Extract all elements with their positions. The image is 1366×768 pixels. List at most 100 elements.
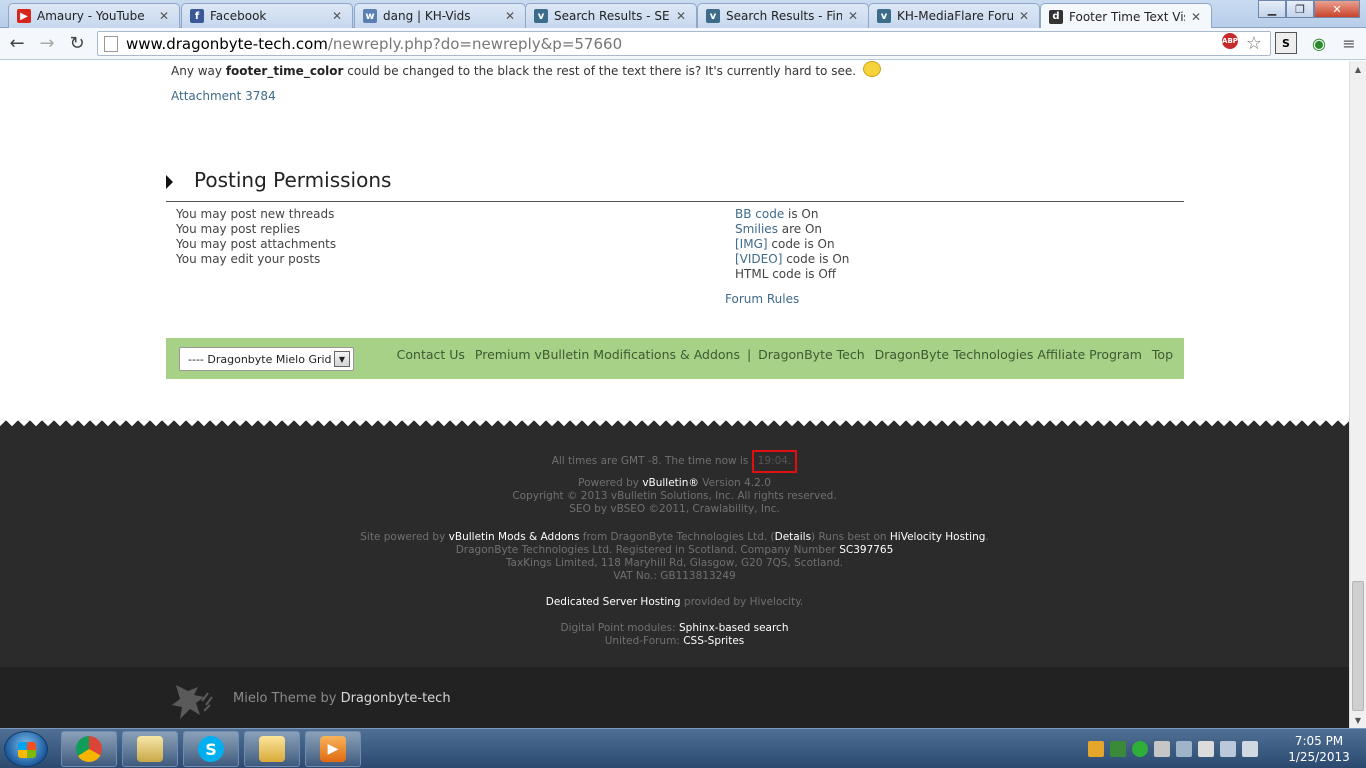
tab-footer-time[interactable]: d Footer Time Text Visib ✕ [1040, 3, 1212, 29]
chevron-down-icon[interactable]: ▼ [334, 351, 350, 367]
facebook-icon: f [190, 9, 204, 23]
vertical-scrollbar[interactable]: ▲ ▼ [1349, 61, 1366, 728]
tab-label: Search Results - SEGA [554, 9, 670, 23]
permission-status: code is On [782, 252, 850, 266]
tab-search-final[interactable]: v Search Results - Final ✕ [697, 3, 869, 28]
hivelocity-hosting-link[interactable]: HiVelocity Hosting [890, 531, 985, 543]
permission-video: [VIDEO] code is On [735, 252, 849, 267]
network-icon[interactable] [1220, 741, 1236, 757]
img-code-link[interactable]: [IMG] [735, 237, 768, 251]
posting-permissions-header[interactable]: Posting Permissions [166, 167, 1184, 202]
highlighted-time: 19:04. [751, 450, 798, 473]
sphinx-search-link[interactable]: Sphinx-based search [679, 622, 788, 634]
taskbar-explorer[interactable] [244, 731, 300, 767]
post-text-after: could be changed to the black the rest o… [343, 64, 857, 78]
back-button[interactable]: ← [4, 31, 30, 57]
vbulletin-link[interactable]: vBulletin® [642, 477, 699, 489]
close-icon[interactable]: ✕ [330, 9, 344, 23]
close-icon[interactable]: ✕ [1189, 10, 1203, 24]
premium-mods-link[interactable]: Premium vBulletin Modifications & Addons [475, 347, 740, 362]
details-link[interactable]: Details [775, 531, 811, 543]
tab-label: KH-MediaFlare Forum [897, 9, 1013, 23]
volume-icon[interactable] [1242, 741, 1258, 757]
forum-rules-link[interactable]: Forum Rules [725, 292, 799, 306]
top-link[interactable]: Top [1152, 347, 1173, 362]
dedicated-hosting-link[interactable]: Dedicated Server Hosting [546, 596, 681, 608]
post-message: Any way footer_time_color could be chang… [171, 61, 881, 78]
posting-permissions-title: Posting Permissions [194, 168, 392, 192]
tray-app-icon[interactable] [1110, 741, 1126, 757]
taskbar-skype[interactable]: S [183, 731, 239, 767]
video-code-link[interactable]: [VIDEO] [735, 252, 782, 266]
site-powered-line: Site powered by vBulletin Mods & Addons … [360, 531, 989, 543]
company-number-link[interactable]: SC397765 [839, 544, 893, 556]
seo-line: SEO by vBSEO ©2011, Crawlability, Inc. [569, 503, 780, 515]
united-forum-line: United-Forum: CSS-Sprites [0, 635, 1349, 648]
registered-line: DragonByte Technologies Ltd. Registered … [0, 544, 1349, 557]
permission-img: [IMG] code is On [735, 237, 849, 252]
scrollbar-thumb[interactable] [1352, 581, 1364, 711]
window-controls: ▁ ❐ ✕ [1258, 0, 1360, 18]
css-sprites-link[interactable]: CSS-Sprites [683, 635, 744, 647]
footer-nav-bar: ---- Dragonbyte Mielo Grid ▼ Contact Us … [166, 338, 1184, 379]
powered-by-prefix: Powered by [578, 477, 639, 489]
taskbar-app-2[interactable] [122, 731, 178, 767]
tab-label: Search Results - Final [726, 9, 842, 23]
smiley-icon [862, 61, 881, 77]
theme-credit: Mielo Theme by Dragonbyte-tech [233, 691, 451, 706]
url-host: www.dragonbyte-tech.com [126, 34, 328, 53]
close-icon[interactable]: ✕ [1017, 9, 1031, 23]
forward-button[interactable]: → [34, 31, 60, 57]
tray-settings-icon[interactable] [1176, 741, 1192, 757]
tab-youtube[interactable]: ▶ Amaury - YouTube ✕ [8, 3, 180, 28]
vbulletin-icon: v [877, 9, 891, 23]
maximize-button[interactable]: ❐ [1286, 0, 1314, 18]
close-icon[interactable]: ✕ [503, 9, 517, 23]
tray-check-icon[interactable] [1132, 741, 1148, 757]
tab-facebook[interactable]: f Facebook ✕ [181, 3, 353, 28]
dragonbyte-tech-credit-link[interactable]: Dragonbyte-tech [341, 691, 451, 706]
style-chooser-select[interactable]: ---- Dragonbyte Mielo Grid ▼ [179, 347, 354, 371]
taskbar-clock[interactable]: 7:05 PM 1/25/2013 [1284, 733, 1354, 765]
close-icon[interactable]: ✕ [157, 9, 171, 23]
post-text-before: Any way [171, 64, 226, 78]
bbcode-link[interactable]: BB code [735, 207, 784, 221]
start-button[interactable] [4, 731, 48, 767]
attachment-link[interactable]: Attachment 3784 [171, 89, 276, 103]
menu-wrench-icon[interactable]: ≡ [1338, 32, 1360, 54]
tray-app-icon[interactable] [1154, 741, 1170, 757]
contact-us-link[interactable]: Contact Us [397, 347, 465, 362]
youtube-icon: ▶ [17, 9, 31, 23]
tray-app-icon[interactable] [1088, 741, 1104, 757]
vbulletin-version: Version 4.2.0 [698, 477, 771, 489]
windows-taskbar: S ▶ 7:05 PM 1/25/2013 [0, 728, 1366, 768]
media-player-icon: ▶ [320, 736, 346, 762]
extension-eye-icon[interactable]: ◉ [1308, 32, 1330, 54]
permission-status: HTML code is Off [735, 267, 837, 281]
close-icon[interactable]: ✕ [674, 9, 688, 23]
adblock-icon[interactable]: ABP [1222, 33, 1238, 49]
minimize-button[interactable]: ▁ [1258, 0, 1286, 18]
time-value: 19:04 [757, 455, 788, 467]
scroll-down-icon[interactable]: ▼ [1350, 712, 1366, 728]
link-separator: | [746, 347, 752, 362]
bookmark-star-icon[interactable]: ☆ [1243, 32, 1265, 54]
address-bar[interactable]: www.dragonbyte-tech.com/newreply.php?do=… [97, 31, 1271, 56]
close-icon[interactable]: ✕ [846, 9, 860, 23]
collapse-triangle-icon[interactable] [166, 175, 173, 189]
close-window-button[interactable]: ✕ [1314, 0, 1360, 18]
dragonbyte-tech-link[interactable]: DragonByte Tech [758, 347, 864, 362]
taskbar-chrome[interactable] [61, 731, 117, 767]
smilies-link[interactable]: Smilies [735, 222, 778, 236]
tab-search-sega[interactable]: v Search Results - SEGA ✕ [525, 3, 697, 28]
reload-button[interactable]: ↻ [64, 31, 90, 57]
scroll-up-icon[interactable]: ▲ [1350, 61, 1366, 77]
action-center-flag-icon[interactable] [1198, 741, 1214, 757]
affiliate-program-link[interactable]: DragonByte Technologies Affiliate Progra… [875, 347, 1142, 362]
tab-kh-mediaflare[interactable]: v KH-MediaFlare Forum ✕ [868, 3, 1040, 28]
extension-s-icon[interactable]: S [1275, 32, 1297, 54]
folder-icon [259, 736, 285, 762]
taskbar-media[interactable]: ▶ [305, 731, 361, 767]
vbulletin-mods-link[interactable]: vBulletin Mods & Addons [449, 531, 580, 543]
tab-kh-vids[interactable]: w dang | KH-Vids ✕ [354, 3, 526, 28]
